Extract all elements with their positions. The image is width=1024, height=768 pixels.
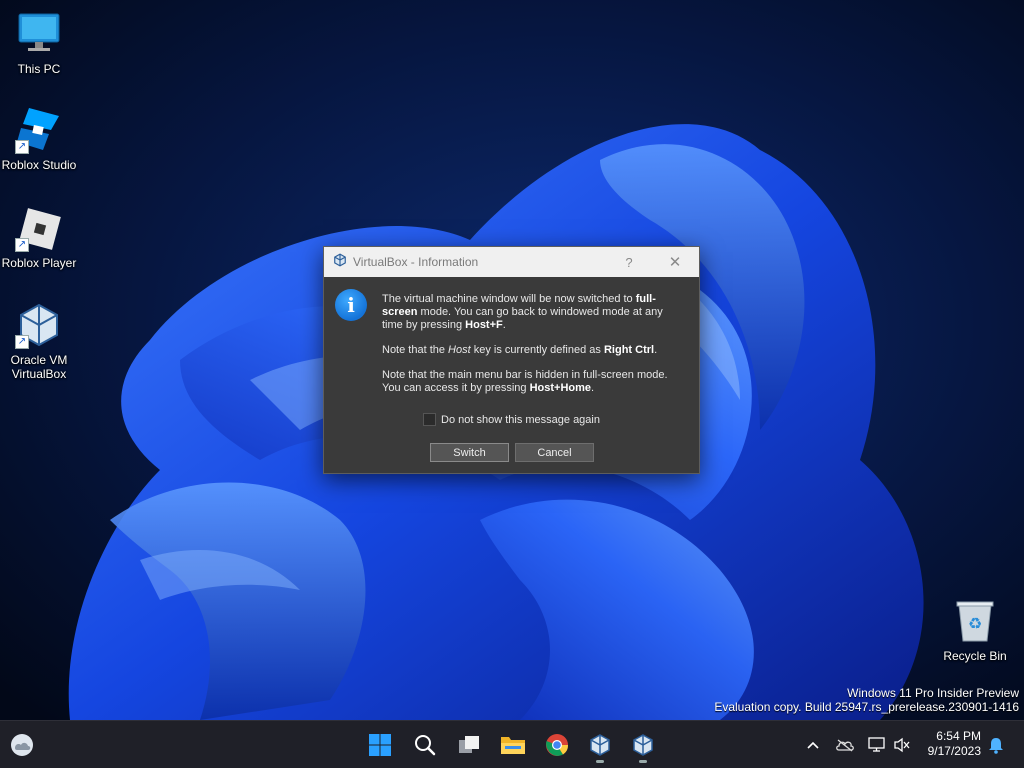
file-explorer-icon[interactable]: [497, 729, 529, 761]
dialog-title: VirtualBox - Information: [353, 255, 479, 269]
information-icon: i: [335, 289, 367, 321]
desktop-icon-label: Roblox Studio: [1, 158, 77, 172]
show-hidden-icons-chevron[interactable]: [803, 735, 823, 755]
desktop-icon-oracle-vm-virtualbox[interactable]: ↗ Oracle VM VirtualBox: [0, 301, 78, 381]
tray-clock[interactable]: 6:54 PM 9/17/2023: [928, 729, 981, 759]
message-menu-bar: Note that the main menu bar is hidden in…: [382, 369, 668, 394]
virtualbox-icon: ↗: [15, 301, 63, 349]
desktop-icon-roblox-studio[interactable]: ↗ Roblox Studio: [0, 106, 78, 172]
dont-show-again-checkbox[interactable]: [423, 413, 436, 426]
dialog-titlebar[interactable]: VirtualBox - Information ? ✕: [324, 247, 699, 277]
shortcut-arrow-icon: ↗: [15, 238, 29, 252]
svg-text:♻: ♻: [968, 614, 982, 633]
search-icon[interactable]: [409, 729, 441, 761]
start-icon[interactable]: [364, 729, 396, 761]
volume-muted-icon[interactable]: [892, 735, 912, 755]
switch-button[interactable]: Switch: [430, 443, 509, 462]
desktop-icon-recycle-bin[interactable]: ♻ Recycle Bin: [936, 597, 1014, 663]
clock-date: 9/17/2023: [927, 744, 981, 758]
dont-show-again-label[interactable]: Do not show this message again: [441, 414, 600, 426]
help-button[interactable]: ?: [609, 247, 649, 277]
desktop-icon-this-pc[interactable]: This PC: [0, 10, 78, 76]
watermark-line-1: Windows 11 Pro Insider Preview: [847, 686, 1019, 700]
clock-time: 6:54 PM: [936, 729, 981, 743]
weather-icon[interactable]: [6, 729, 38, 761]
virtualbox-taskbar-icon[interactable]: [584, 729, 616, 763]
message-host-key: Note that the Host key is currently defi…: [382, 344, 658, 356]
virtualbox-information-dialog: VirtualBox - Information ? ✕ i The virtu…: [323, 246, 700, 474]
running-indicator: [596, 760, 604, 763]
virtualbox-vm-taskbar-icon[interactable]: [627, 729, 659, 763]
watermark-line-2: Evaluation copy. Build 25947.rs_prerelea…: [714, 700, 1019, 714]
monitor-icon: [15, 10, 63, 58]
roblox-player-icon: ↗: [15, 204, 63, 252]
virtualbox-small-icon: [333, 252, 347, 272]
close-button[interactable]: ✕: [655, 247, 695, 277]
task-view-icon[interactable]: [453, 729, 485, 761]
dont-show-again-row[interactable]: Do not show this message again: [423, 413, 600, 426]
shortcut-arrow-icon: ↗: [15, 335, 29, 349]
desktop-icon-label: Roblox Player: [1, 256, 77, 270]
chrome-icon[interactable]: [541, 729, 573, 761]
message-fullscreen: The virtual machine window will be now s…: [382, 293, 663, 331]
cancel-button[interactable]: Cancel: [515, 443, 594, 462]
desktop-icon-label: This PC: [17, 62, 61, 76]
taskbar: 6:54 PM 9/17/2023: [0, 720, 1024, 768]
roblox-studio-icon: ↗: [15, 106, 63, 154]
shortcut-arrow-icon: ↗: [15, 140, 29, 154]
desktop-icon-label: Recycle Bin: [943, 649, 1007, 663]
notification-bell-icon[interactable]: [986, 735, 1006, 755]
network-icon[interactable]: [867, 735, 887, 755]
recycle-bin-icon: ♻: [951, 597, 999, 645]
onedrive-icon[interactable]: [835, 735, 855, 755]
running-indicator: [639, 760, 647, 763]
desktop-icon-label: Oracle VM VirtualBox: [10, 353, 68, 381]
desktop-icon-roblox-player[interactable]: ↗ Roblox Player: [0, 204, 78, 270]
windows-watermark: Windows 11 Pro Insider Preview Evaluatio…: [714, 686, 1019, 714]
